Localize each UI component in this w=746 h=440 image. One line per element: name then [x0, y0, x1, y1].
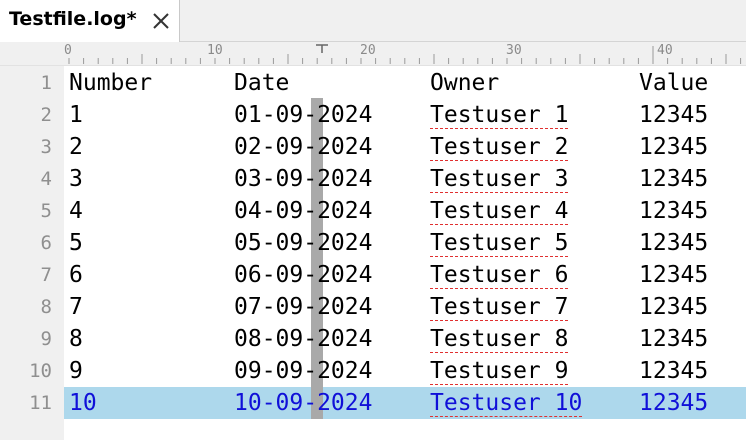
- ruler-label: 20: [359, 43, 377, 58]
- text-line[interactable]: 6 06-09-2024 Testuser 6 12345: [64, 259, 746, 291]
- line-value-field: 12345: [639, 358, 709, 384]
- line-value-field: 12345: [639, 166, 709, 192]
- line-owner-field: Testuser 3: [430, 166, 569, 192]
- header-line[interactable]: Number Date Owner Value: [64, 67, 746, 99]
- text-line[interactable]: 1 01-09-2024 Testuser 1 12345: [64, 99, 746, 131]
- line-date-field: 07-09-2024: [234, 294, 373, 320]
- line-value-field: 12345: [639, 230, 709, 256]
- line-owner-field: Testuser 9: [430, 358, 569, 384]
- ruler-label: 10: [206, 43, 224, 58]
- line-owner-field: Testuser 6: [430, 262, 569, 288]
- ruler-label: 30: [505, 43, 523, 58]
- text-line[interactable]: 9 09-09-2024 Testuser 9 12345: [64, 355, 746, 387]
- line-owner-field: Testuser 10: [430, 390, 583, 416]
- line-number-field: 8: [69, 326, 83, 352]
- line-number: 8: [40, 296, 52, 318]
- line-owner-field: Testuser 2: [430, 134, 569, 160]
- line-number: 1: [40, 72, 52, 94]
- header-number: Number: [69, 70, 153, 96]
- line-value-field: 12345: [639, 102, 709, 128]
- column-ruler: 0 10 20 30 40: [0, 42, 746, 66]
- line-number: 7: [40, 264, 52, 286]
- caret-column-marker-icon: [316, 44, 328, 53]
- line-owner-field: Testuser 5: [430, 230, 569, 256]
- line-number-field: 4: [69, 198, 83, 224]
- line-number: 2: [40, 104, 52, 126]
- header-value: Value: [639, 70, 709, 96]
- line-number: 3: [40, 136, 52, 158]
- header-owner: Owner: [430, 70, 500, 96]
- tab-strip: Testfile.log*: [0, 0, 746, 42]
- ruler-label: 40: [656, 43, 674, 58]
- line-date-field: 10-09-2024: [234, 390, 373, 416]
- line-value-field: 12345: [639, 198, 709, 224]
- text-line[interactable]: 2 02-09-2024 Testuser 2 12345: [64, 131, 746, 163]
- tab-title: Testfile.log*: [9, 8, 137, 30]
- line-owner-field: Testuser 1: [430, 102, 569, 128]
- text-line[interactable]: 3 03-09-2024 Testuser 3 12345: [64, 163, 746, 195]
- line-date-field: 04-09-2024: [234, 198, 373, 224]
- text-line[interactable]: 8 08-09-2024 Testuser 8 12345: [64, 323, 746, 355]
- line-number: 9: [40, 328, 52, 350]
- close-icon[interactable]: [150, 10, 172, 32]
- header-date: Date: [234, 70, 290, 96]
- line-value-field: 12345: [639, 262, 709, 288]
- line-value-field: 12345: [639, 134, 709, 160]
- line-number-field: 7: [69, 294, 83, 320]
- line-value-field: 12345: [639, 326, 709, 352]
- line-number-field: 9: [69, 358, 83, 384]
- line-number-field: 2: [69, 134, 83, 160]
- line-date-field: 01-09-2024: [234, 102, 373, 128]
- line-owner-field: Testuser 8: [430, 326, 569, 352]
- editor-content[interactable]: Number Date Owner Value 1 01-09-2024 Tes…: [64, 66, 746, 440]
- line-number-field: 5: [69, 230, 83, 256]
- line-number: 6: [40, 232, 52, 254]
- line-number-field: 10: [69, 390, 97, 416]
- line-number: 5: [40, 200, 52, 222]
- text-line-current[interactable]: 10 10-09-2024 Testuser 10 12345: [64, 387, 746, 419]
- line-value-field: 12345: [639, 294, 709, 320]
- line-number: 10: [29, 360, 52, 382]
- line-owner-field: Testuser 4: [430, 198, 569, 224]
- line-number: 4: [40, 168, 52, 190]
- line-date-field: 02-09-2024: [234, 134, 373, 160]
- line-date-field: 03-09-2024: [234, 166, 373, 192]
- text-line[interactable]: 7 07-09-2024 Testuser 7 12345: [64, 291, 746, 323]
- ruler-label: 0: [63, 43, 73, 58]
- line-date-field: 09-09-2024: [234, 358, 373, 384]
- line-number-field: 3: [69, 166, 83, 192]
- line-number-gutter: 1 2 3 4 5 6 7 8 9 10 11: [0, 66, 64, 440]
- file-tab[interactable]: Testfile.log*: [0, 0, 180, 42]
- line-date-field: 05-09-2024: [234, 230, 373, 256]
- line-number: 11: [29, 392, 52, 414]
- text-line[interactable]: 4 04-09-2024 Testuser 4 12345: [64, 195, 746, 227]
- line-value-field: 12345: [639, 390, 709, 416]
- line-date-field: 06-09-2024: [234, 262, 373, 288]
- line-date-field: 08-09-2024: [234, 326, 373, 352]
- line-number-field: 6: [69, 262, 83, 288]
- text-line[interactable]: 5 05-09-2024 Testuser 5 12345: [64, 227, 746, 259]
- line-number-field: 1: [69, 102, 83, 128]
- line-owner-field: Testuser 7: [430, 294, 569, 320]
